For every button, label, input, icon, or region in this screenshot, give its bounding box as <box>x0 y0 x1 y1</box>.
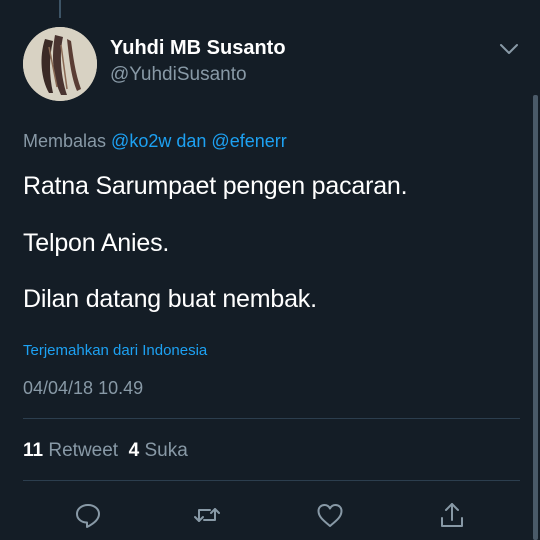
tweet-text-line: Ratna Sarumpaet pengen pacaran. <box>23 172 408 200</box>
author-handle[interactable]: @YuhdiSusanto <box>110 64 247 86</box>
author-name[interactable]: Yuhdi MB Susanto <box>110 37 286 60</box>
avatar-image <box>23 27 97 101</box>
engagement-stats: 11 Retweet 4 Suka <box>23 440 188 462</box>
translate-link[interactable]: Terjemahkan dari Indonesia <box>23 342 207 359</box>
retweet-icon[interactable] <box>192 500 222 530</box>
reply-context: Membalas @ko2w dan @efenerr <box>23 131 287 152</box>
chevron-down-icon[interactable] <box>498 40 520 58</box>
reply-mention-link[interactable]: @efenerr <box>211 131 286 151</box>
retweet-label[interactable]: Retweet <box>48 440 118 461</box>
reply-icon[interactable] <box>73 500 103 530</box>
tweet-detail-screen: Yuhdi MB Susanto @YuhdiSusanto Membalas … <box>0 0 540 540</box>
divider <box>23 480 520 481</box>
like-label[interactable]: Suka <box>145 440 188 461</box>
retweet-count[interactable]: 11 <box>23 440 43 461</box>
tweet-text-line: Dilan datang buat nembak. <box>23 285 317 313</box>
share-icon[interactable] <box>437 500 467 530</box>
tweet-text-line: Telpon Anies. <box>23 229 170 257</box>
thread-connector-line <box>59 0 61 18</box>
like-count[interactable]: 4 <box>129 440 140 461</box>
avatar[interactable] <box>23 27 97 101</box>
reply-prefix: Membalas <box>23 131 107 151</box>
reply-mention-link[interactable]: @ko2w <box>111 131 171 151</box>
heart-icon[interactable] <box>315 500 345 530</box>
tweet-timestamp: 04/04/18 10.49 <box>23 378 144 398</box>
divider <box>23 418 520 419</box>
reply-conjunction: dan <box>176 131 207 151</box>
scrollbar[interactable] <box>533 95 538 540</box>
